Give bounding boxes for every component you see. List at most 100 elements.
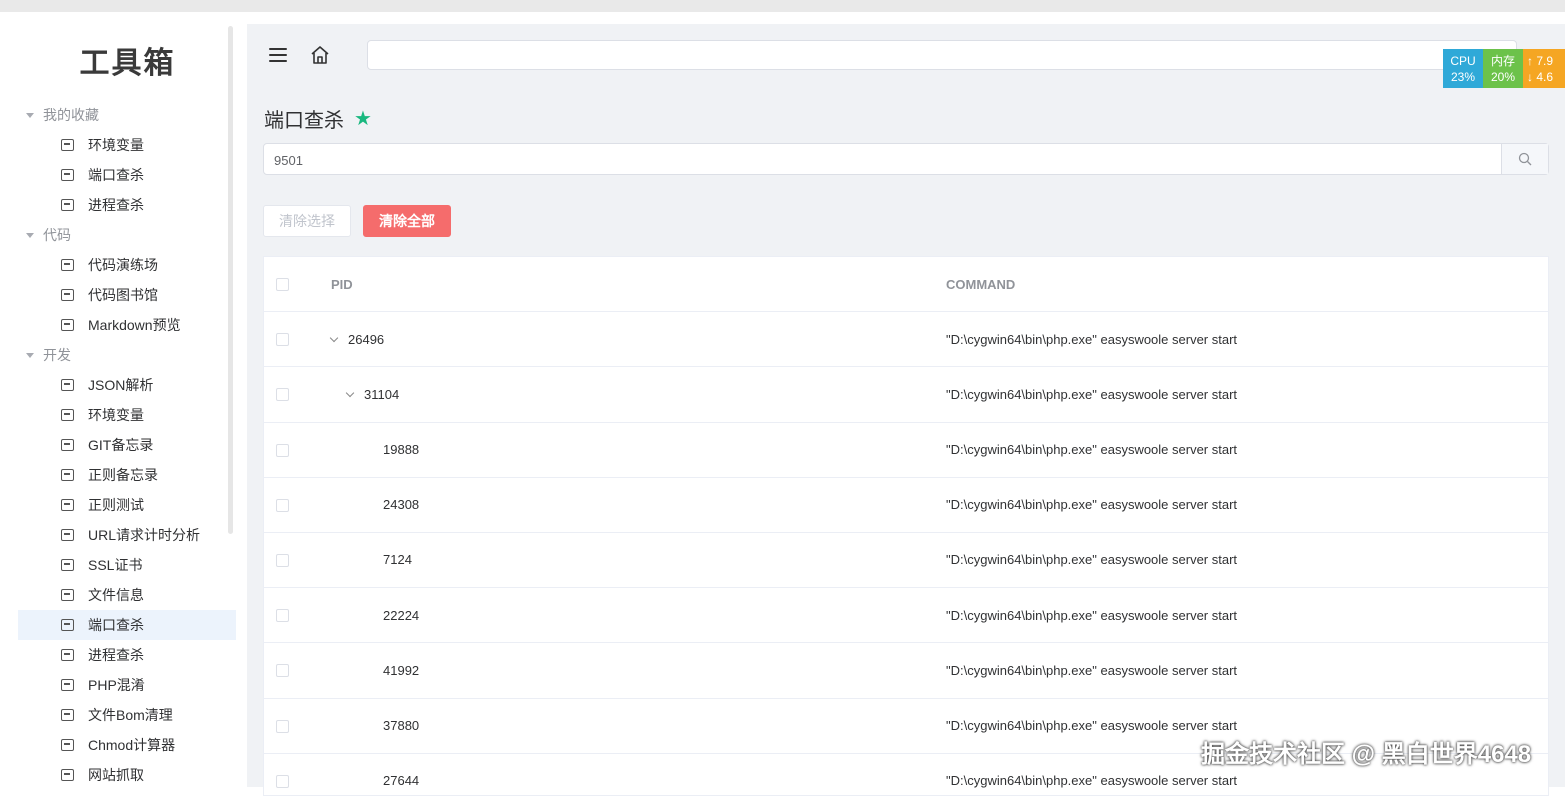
caret-down-icon (26, 112, 34, 118)
pid-value: 19888 (383, 442, 420, 458)
table-row[interactable]: 41992 "D:\cygwin64\bin\php.exe" easyswoo… (264, 643, 1548, 699)
pid-value: 26496 (348, 331, 385, 347)
tool-icon (61, 259, 74, 271)
expand-arrow-icon[interactable] (329, 333, 339, 342)
sidebar-item-label: GIT备忘录 (88, 437, 154, 453)
table-row[interactable]: 22224 "D:\cygwin64\bin\php.exe" easyswoo… (264, 588, 1548, 644)
sidebar-item-label: 进程查杀 (88, 197, 144, 213)
search-button[interactable] (1501, 144, 1548, 174)
sidebar-item-label: 进程查杀 (88, 647, 144, 663)
network-indicator: ↑ 7.9 ↓ 4.6 (1523, 49, 1565, 88)
sidebar-item[interactable]: 进程查杀 (18, 640, 236, 670)
page-title-text: 端口查杀 (264, 110, 344, 132)
row-checkbox[interactable] (276, 498, 289, 512)
tool-icon (61, 169, 74, 181)
sidebar-item[interactable]: 环境变量 (18, 400, 236, 430)
sidebar-item[interactable]: 网站抓取 (18, 760, 236, 790)
upload-value: 7.9 (1536, 53, 1554, 68)
pid-cell: 37880 (383, 699, 419, 753)
sidebar-item[interactable]: Markdown预览 (18, 310, 236, 340)
sidebar-item[interactable]: 代码演练场 (18, 250, 236, 280)
sidebar-item[interactable]: 代码图书馆 (18, 280, 236, 310)
select-all-checkbox[interactable] (276, 278, 289, 291)
row-checkbox[interactable] (276, 609, 289, 623)
sidebar-item[interactable]: 文件信息 (18, 580, 236, 610)
tool-icon (61, 379, 74, 391)
tool-icon (61, 199, 74, 211)
tool-icon (61, 529, 74, 541)
sidebar-group[interactable]: 代码 (18, 220, 236, 250)
command-cell: "D:\cygwin64\bin\php.exe" easyswoole ser… (946, 552, 1238, 568)
sidebar-item[interactable]: JSON解析 (18, 370, 236, 400)
address-bar[interactable] (367, 40, 1517, 70)
sidebar-item[interactable]: 进程查杀 (18, 190, 236, 220)
tool-icon (61, 139, 74, 151)
expand-arrow-icon[interactable] (345, 388, 355, 398)
tool-icon (61, 769, 74, 781)
table-row[interactable]: 26496 "D:\cygwin64\bin\php.exe" easyswoo… (264, 312, 1548, 368)
cpu-indicator: CPU 23% (1443, 49, 1483, 88)
command-cell: "D:\cygwin64\bin\php.exe" easyswoole ser… (946, 662, 1238, 678)
row-checkbox[interactable] (276, 719, 289, 733)
sidebar-item-label: 端口查杀 (88, 167, 144, 183)
watermark: 掘金技术社区 @ 黑白世界4648 (1201, 741, 1532, 768)
app-logo: 工具箱 (79, 47, 176, 80)
sidebar-item[interactable]: 文件Bom清理 (18, 700, 236, 730)
row-checkbox[interactable] (276, 664, 289, 678)
row-checkbox[interactable] (276, 774, 289, 788)
upload-speed: ↑ 7.9 (1527, 53, 1554, 68)
sidebar-item[interactable]: 环境变量 (18, 130, 236, 160)
tool-icon (61, 589, 74, 601)
sidebar-item[interactable]: URL请求计时分析 (18, 520, 236, 550)
pid-cell: 24308 (383, 478, 419, 532)
table-header: PID COMMAND (264, 257, 1548, 313)
sidebar-item-label: Markdown预览 (88, 317, 181, 333)
sidebar-group-label: 代码 (43, 227, 71, 243)
table-row[interactable]: 24308 "D:\cygwin64\bin\php.exe" easyswoo… (264, 478, 1548, 533)
favorite-star-icon[interactable]: ★ (354, 106, 372, 131)
clear-all-button[interactable]: 清除全部 (363, 205, 451, 237)
home-icon[interactable] (309, 44, 331, 66)
column-header-command[interactable]: COMMAND (946, 257, 1015, 311)
sidebar-item-label: 代码演练场 (88, 257, 158, 273)
table-row[interactable]: 7124 "D:\cygwin64\bin\php.exe" easyswool… (264, 533, 1548, 589)
sidebar-item-label: 正则备忘录 (88, 467, 158, 483)
sidebar-group[interactable]: 我的收藏 (18, 100, 236, 130)
sidebar-item[interactable]: 正则备忘录 (18, 460, 236, 490)
memory-indicator: 内存 20% (1483, 49, 1523, 88)
sidebar-item-label: PHP混淆 (88, 677, 145, 693)
row-checkbox[interactable] (276, 553, 289, 567)
sidebar-item[interactable]: SSL证书 (18, 550, 236, 580)
tool-icon (61, 439, 74, 451)
tool-icon (61, 619, 74, 631)
port-search-input[interactable] (264, 144, 1476, 176)
table-row[interactable]: 31104 "D:\cygwin64\bin\php.exe" easyswoo… (264, 367, 1548, 423)
memory-value: 20% (1490, 69, 1516, 84)
pid-cell: 31104 (345, 367, 399, 421)
pid-value: 7124 (383, 552, 412, 568)
sidebar-item-label: SSL证书 (88, 557, 143, 573)
row-checkbox[interactable] (276, 388, 289, 402)
clear-selection-button[interactable]: 清除选择 (263, 205, 351, 237)
menu-toggle-icon[interactable] (269, 48, 287, 62)
sidebar-group[interactable]: 开发 (18, 340, 236, 370)
pid-value: 22224 (383, 607, 420, 623)
tool-icon (61, 409, 74, 421)
pid-value: 37880 (383, 718, 420, 733)
row-checkbox[interactable] (276, 443, 289, 457)
column-header-pid[interactable]: PID (331, 257, 353, 311)
sidebar-item[interactable]: 端口查杀 (18, 160, 236, 190)
caret-down-icon (26, 232, 34, 238)
command-cell: "D:\cygwin64\bin\php.exe" easyswoole ser… (946, 607, 1238, 623)
download-value: 4.6 (1536, 69, 1554, 84)
sidebar-item[interactable]: 正则测试 (18, 490, 236, 520)
row-checkbox[interactable] (276, 333, 289, 347)
memory-label: 内存 (1490, 53, 1515, 68)
sidebar-item[interactable]: 端口查杀 (18, 610, 236, 640)
sidebar-item[interactable]: GIT备忘录 (18, 430, 236, 460)
command-cell: "D:\cygwin64\bin\php.exe" easyswoole ser… (946, 442, 1238, 458)
table-row[interactable]: 19888 "D:\cygwin64\bin\php.exe" easyswoo… (264, 423, 1548, 478)
sidebar-item[interactable]: Chmod计算器 (18, 730, 236, 760)
pid-cell: 7124 (383, 533, 412, 587)
sidebar-item[interactable]: PHP混淆 (18, 670, 236, 700)
